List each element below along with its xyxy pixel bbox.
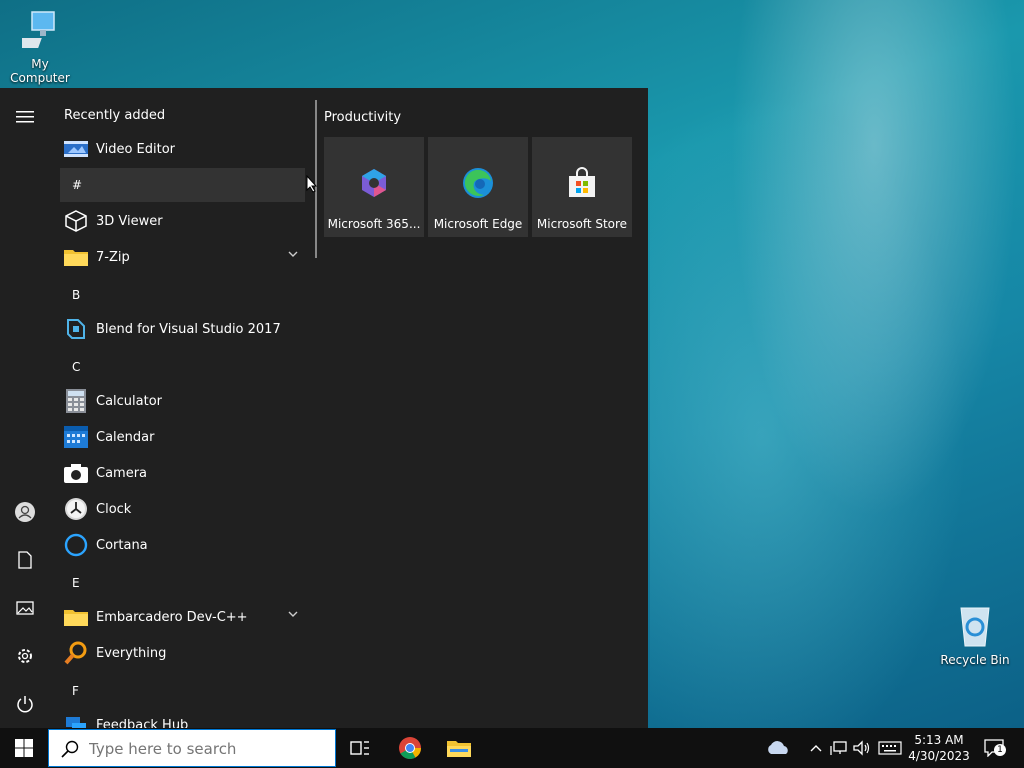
app-clock[interactable]: Clock (60, 492, 305, 526)
letter-header-e[interactable]: E (60, 566, 305, 600)
settings-gear-icon[interactable] (12, 643, 38, 669)
input-keyboard-tray[interactable] (878, 736, 902, 760)
letter-header-hash[interactable]: # (60, 168, 305, 202)
app-everything[interactable]: Everything (60, 636, 305, 670)
tile-microsoft-edge[interactable]: Microsoft Edge (428, 137, 528, 237)
calculator-icon (63, 388, 89, 414)
productivity-group-title: Productivity (324, 110, 402, 125)
camera-icon (63, 460, 89, 486)
app-label: Clock (96, 501, 132, 517)
network-icon (830, 741, 847, 755)
app-embarcadero-dev-cpp[interactable]: Embarcadero Dev-C++ (60, 600, 305, 634)
show-hidden-icons[interactable] (804, 736, 828, 760)
taskbar-search-box[interactable] (48, 729, 336, 767)
user-account-icon[interactable] (12, 499, 38, 525)
power-icon[interactable] (12, 691, 38, 717)
file-explorer-icon (447, 741, 471, 757)
clock-date: 4/30/2023 (908, 749, 970, 763)
clock-icon (63, 496, 89, 522)
app-blend-visual-studio[interactable]: Blend for Visual Studio 2017 (60, 312, 305, 346)
app-camera[interactable]: Camera (60, 456, 305, 490)
start-rail (0, 88, 50, 728)
tile-microsoft-365[interactable]: Microsoft 365... (324, 137, 424, 237)
taskbar: 5:13 AM 4/30/2023 1 (0, 728, 1024, 768)
computer-icon (12, 11, 55, 48)
tile-label: Microsoft 365... (327, 217, 421, 231)
start-button[interactable] (0, 728, 48, 768)
notification-badge: 1 (994, 744, 1006, 756)
network-tray[interactable] (827, 736, 851, 760)
taskbar-clock[interactable]: 5:13 AM 4/30/2023 (906, 732, 972, 764)
microsoft-365-icon (362, 169, 386, 197)
chevron-down-icon[interactable] (287, 608, 299, 624)
taskbar-file-explorer[interactable] (447, 736, 471, 760)
task-view-icon (350, 741, 369, 755)
app-label: Video Editor (96, 141, 176, 157)
app-feedback-hub[interactable]: Feedback Hub (60, 708, 305, 728)
folder-icon (63, 244, 89, 270)
3d-viewer-icon (63, 208, 89, 234)
app-video-editor[interactable]: Video Editor (60, 132, 305, 166)
desktop-icon-my-computer[interactable]: My Computer (2, 10, 78, 85)
search-input[interactable] (87, 736, 331, 762)
mouse-cursor-icon (306, 175, 318, 193)
app-list: Recently added Video Editor # 3D Viewer … (60, 88, 310, 728)
recycle-bin-icon (960, 607, 990, 647)
search-icon (61, 740, 79, 758)
onedrive-cloud-icon (768, 741, 788, 754)
pictures-icon[interactable] (12, 595, 38, 621)
folder-icon (63, 604, 89, 630)
everything-icon (63, 640, 89, 666)
letter-header-b[interactable]: B (60, 278, 305, 312)
cortana-icon (63, 532, 89, 558)
start-menu: Recently added Video Editor # 3D Viewer … (0, 88, 648, 728)
app-label: Everything (96, 645, 167, 661)
desktop-icon-label: My Computer (10, 57, 70, 85)
app-label: Camera (96, 465, 148, 481)
app-7-zip[interactable]: 7-Zip (60, 240, 305, 274)
tile-label: Microsoft Edge (433, 217, 523, 231)
video-editor-icon (63, 136, 89, 162)
app-label: 7-Zip (96, 249, 130, 265)
feedback-hub-icon (63, 712, 89, 728)
tile-microsoft-store[interactable]: Microsoft Store (532, 137, 632, 237)
app-label: Blend for Visual Studio 2017 (96, 321, 281, 337)
tile-label: Microsoft Store (536, 217, 628, 231)
app-calendar[interactable]: Calendar (60, 420, 305, 454)
windows-logo-icon (15, 739, 33, 757)
recently-added-title: Recently added (64, 108, 166, 123)
calendar-icon (63, 424, 89, 450)
speaker-icon (853, 740, 870, 756)
chevron-up-icon (810, 745, 822, 752)
desktop-icon-label: Recycle Bin (940, 653, 1010, 667)
app-label: Calculator (96, 393, 163, 409)
app-cortana[interactable]: Cortana (60, 528, 305, 562)
clock-time: 5:13 AM (914, 733, 964, 747)
volume-tray[interactable] (850, 736, 874, 760)
blend-icon (63, 316, 89, 342)
app-label: Cortana (96, 537, 148, 553)
hamburger-icon[interactable] (12, 104, 38, 130)
store-icon (569, 167, 595, 197)
app-3d-viewer[interactable]: 3D Viewer (60, 204, 305, 238)
app-calculator[interactable]: Calculator (60, 384, 305, 418)
desktop-icon-recycle-bin[interactable]: Recycle Bin (940, 604, 1010, 667)
task-view-button[interactable] (348, 736, 372, 760)
letter-header-f[interactable]: F (60, 674, 305, 708)
letter-header-c[interactable]: C (60, 350, 305, 384)
chevron-down-icon[interactable] (287, 248, 299, 264)
edge-icon (463, 168, 493, 198)
onedrive-tray[interactable] (765, 736, 789, 760)
keyboard-icon (878, 741, 902, 755)
chrome-icon (399, 737, 421, 759)
documents-icon[interactable] (12, 547, 38, 573)
app-label: Calendar (96, 429, 155, 445)
app-label: 3D Viewer (96, 213, 163, 229)
taskbar-chrome[interactable] (398, 736, 422, 760)
app-label: Embarcadero Dev-C++ (96, 609, 248, 625)
app-label: Feedback Hub (96, 717, 189, 729)
